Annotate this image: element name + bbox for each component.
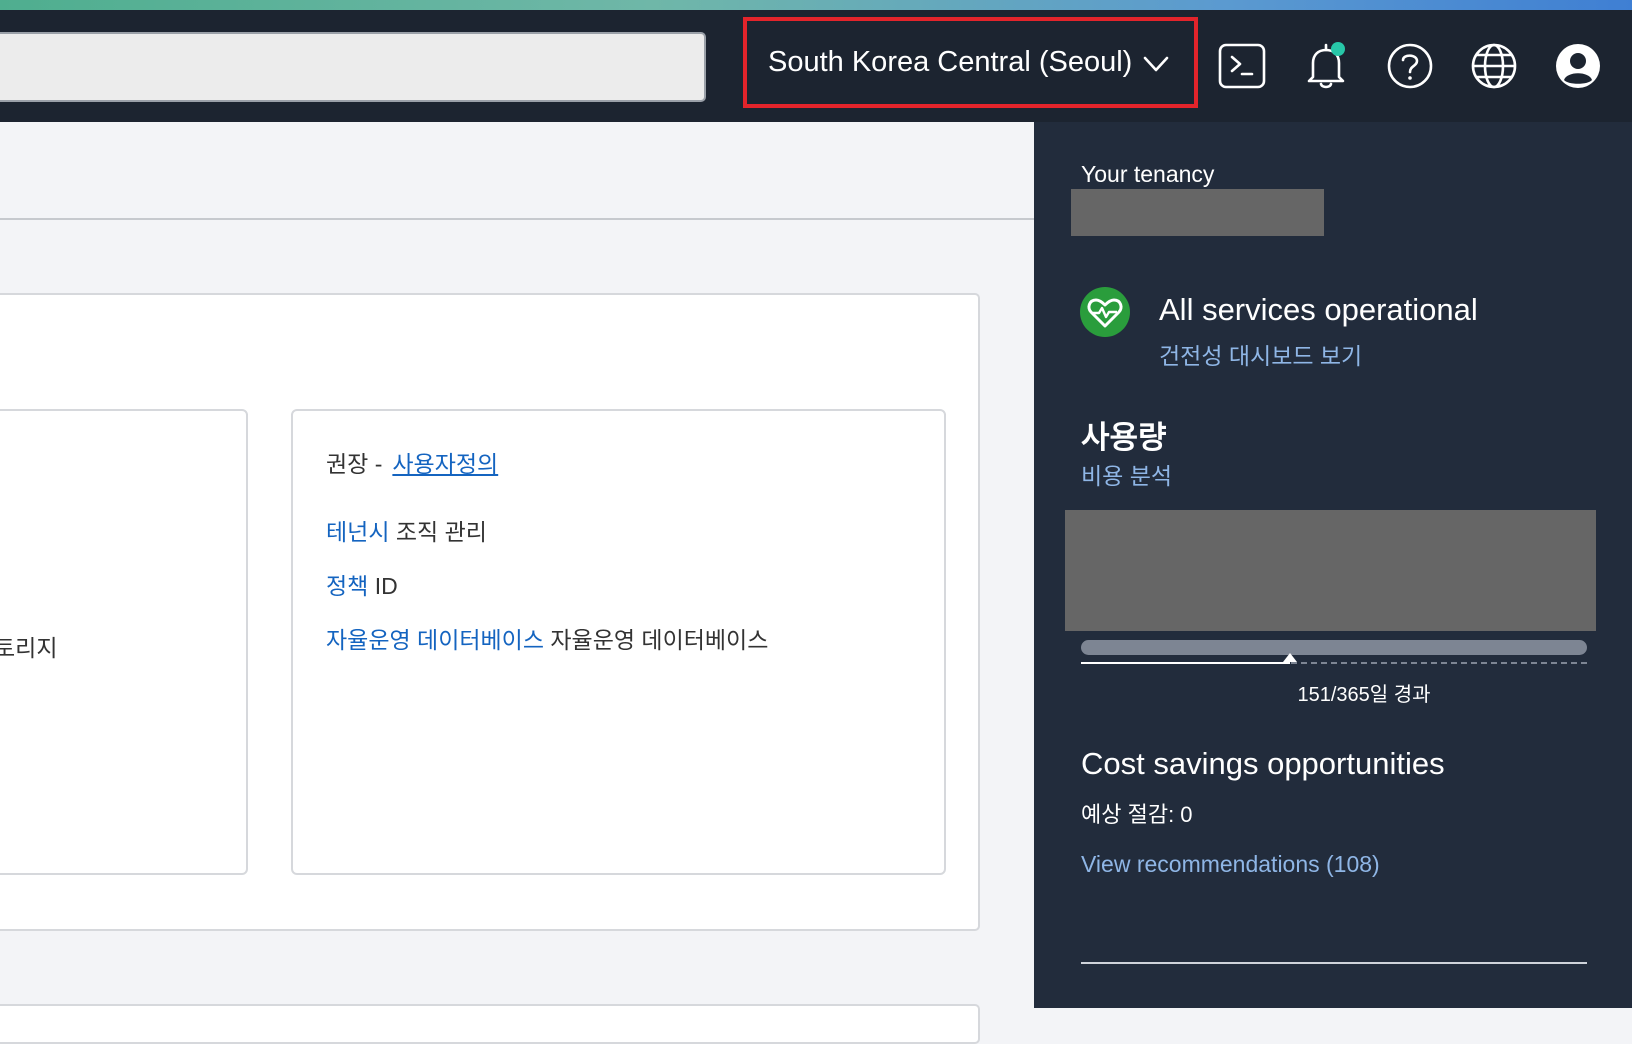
autonomous-db-link[interactable]: 자율운영 데이터베이스: [326, 627, 544, 653]
link-row-desc: ID: [374, 573, 398, 599]
chevron-down-icon: [1144, 56, 1169, 71]
header-divider: [0, 218, 1034, 220]
usage-amount-redacted: [1065, 510, 1596, 631]
days-elapsed-fill: [1081, 662, 1291, 664]
side-panel: Your tenancy All services operational 건전…: [1034, 122, 1632, 1008]
estimated-savings: 예상 절감: 0: [1081, 802, 1193, 827]
top-accent-bar: [0, 0, 1632, 10]
health-dashboard-link[interactable]: 건전성 대시보드 보기: [1159, 337, 1362, 371]
bell-icon[interactable]: [1300, 40, 1352, 92]
link-row-policy: 정책 ID: [326, 567, 398, 601]
side-divider: [1081, 962, 1587, 964]
health-heart-icon: [1080, 287, 1130, 337]
link-row-tenancy: 테넌시 조직 관리: [326, 513, 487, 547]
policy-link[interactable]: 정책: [326, 573, 368, 599]
days-timeline: [1081, 653, 1587, 664]
cost-savings-title: Cost savings opportunities: [1081, 746, 1445, 781]
days-elapsed-label: 151/365일 경과: [1297, 684, 1431, 706]
days-marker: [1283, 653, 1298, 662]
recommend-prefix: 권장 -: [326, 451, 383, 477]
top-navigation-bar: South Korea Central (Seoul): [0, 10, 1632, 122]
tenancy-label: Your tenancy: [1081, 161, 1215, 187]
view-recommendations-link[interactable]: View recommendations (108): [1081, 851, 1380, 878]
profile-icon[interactable]: [1552, 40, 1604, 92]
cost-analysis-link[interactable]: 비용 분석: [1081, 457, 1172, 491]
cloud-shell-icon[interactable]: [1216, 40, 1268, 92]
region-selector[interactable]: South Korea Central (Seoul): [743, 17, 1198, 108]
region-label: South Korea Central (Seoul): [768, 46, 1133, 78]
link-row-desc: 조직 관리: [395, 519, 487, 545]
help-icon[interactable]: [1384, 40, 1436, 92]
left-action-card: 토리지: [0, 409, 248, 875]
usage-title: 사용량: [1081, 420, 1167, 455]
health-status: All services operational: [1159, 292, 1478, 327]
usage-progress-bar: [1081, 640, 1587, 655]
customize-link[interactable]: 사용자정의: [392, 451, 498, 477]
quick-actions-card: 토리지 권장 - 사용자정의 테넌시 조직 관리 정책 ID 자율운영 데이터베이…: [0, 293, 980, 931]
main-content: 토리지 권장 - 사용자정의 테넌시 조직 관리 정책 ID 자율운영 데이터베이…: [0, 122, 1034, 1044]
bottom-card: [0, 1004, 980, 1044]
tenancy-name-redacted: [1071, 189, 1324, 236]
search-input[interactable]: [0, 32, 706, 102]
link-row-autonomous-db: 자율운영 데이터베이스 자율운영 데이터베이스: [326, 621, 768, 655]
tenancy-link[interactable]: 테넌시: [326, 519, 389, 545]
link-row-desc: 자율운영 데이터베이스: [550, 627, 769, 653]
recommend-line: 권장 - 사용자정의: [326, 445, 498, 479]
notification-dot: [1331, 42, 1345, 56]
globe-icon[interactable]: [1468, 40, 1520, 92]
left-card-text: 토리지: [0, 635, 58, 661]
recommended-actions-card: 권장 - 사용자정의 테넌시 조직 관리 정책 ID 자율운영 데이터베이스 자율…: [291, 409, 946, 875]
